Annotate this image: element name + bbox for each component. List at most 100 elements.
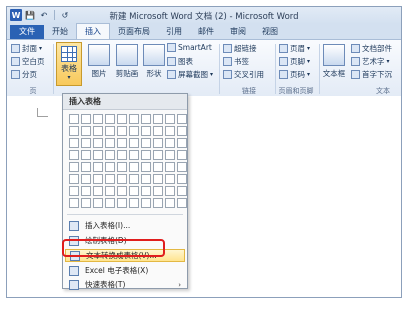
grid-cell[interactable]	[141, 138, 151, 148]
picture-button[interactable]: 图片	[87, 44, 111, 79]
cross-reference-button[interactable]: 交叉引用	[223, 69, 264, 80]
grid-cell[interactable]	[177, 198, 187, 208]
grid-cell[interactable]	[93, 186, 103, 196]
grid-cell[interactable]	[165, 150, 175, 160]
grid-cell[interactable]	[153, 198, 163, 208]
grid-cell[interactable]	[69, 138, 79, 148]
screenshot-button[interactable]: 屏幕截图 ▾	[167, 69, 213, 80]
grid-cell[interactable]	[153, 138, 163, 148]
smartart-button[interactable]: SmartArt	[167, 43, 212, 52]
grid-cell[interactable]	[165, 114, 175, 124]
menu-insert-table[interactable]: 插入表格(I)...	[65, 219, 185, 232]
grid-cell[interactable]	[69, 174, 79, 184]
grid-cell[interactable]	[177, 138, 187, 148]
grid-cell[interactable]	[177, 162, 187, 172]
grid-cell[interactable]	[117, 114, 127, 124]
grid-cell[interactable]	[105, 114, 115, 124]
grid-cell[interactable]	[165, 162, 175, 172]
tab-file[interactable]: 文件	[10, 25, 44, 39]
grid-cell[interactable]	[177, 174, 187, 184]
grid-cell[interactable]	[117, 198, 127, 208]
grid-cell[interactable]	[129, 186, 139, 196]
grid-cell[interactable]	[165, 174, 175, 184]
grid-cell[interactable]	[177, 114, 187, 124]
grid-cell[interactable]	[177, 150, 187, 160]
grid-cell[interactable]	[69, 150, 79, 160]
grid-cell[interactable]	[105, 138, 115, 148]
shapes-button[interactable]: 形状	[143, 44, 165, 79]
grid-cell[interactable]	[117, 126, 127, 136]
grid-cell[interactable]	[93, 198, 103, 208]
page-number-button[interactable]: 页码 ▾	[279, 69, 310, 80]
grid-cell[interactable]	[105, 198, 115, 208]
tab-view[interactable]: 视图	[254, 25, 286, 39]
grid-cell[interactable]	[129, 198, 139, 208]
grid-cell[interactable]	[105, 126, 115, 136]
grid-cell[interactable]	[93, 174, 103, 184]
grid-cell[interactable]	[81, 150, 91, 160]
grid-cell[interactable]	[165, 198, 175, 208]
clipart-button[interactable]: 剪贴画	[113, 44, 141, 79]
tab-references[interactable]: 引用	[158, 25, 190, 39]
grid-cell[interactable]	[81, 174, 91, 184]
grid-cell[interactable]	[105, 186, 115, 196]
grid-cell[interactable]	[141, 186, 151, 196]
table-button[interactable]: 表格 ▾	[56, 42, 82, 86]
grid-cell[interactable]	[93, 114, 103, 124]
grid-cell[interactable]	[105, 174, 115, 184]
grid-cell[interactable]	[117, 174, 127, 184]
grid-cell[interactable]	[129, 150, 139, 160]
grid-cell[interactable]	[153, 126, 163, 136]
grid-cell[interactable]	[105, 150, 115, 160]
grid-cell[interactable]	[129, 126, 139, 136]
grid-cell[interactable]	[141, 114, 151, 124]
menu-quick-tables[interactable]: 快速表格(T) ›	[65, 278, 185, 291]
grid-cell[interactable]	[117, 150, 127, 160]
grid-cell[interactable]	[69, 114, 79, 124]
grid-cell[interactable]	[93, 162, 103, 172]
grid-cell[interactable]	[153, 174, 163, 184]
grid-cell[interactable]	[165, 138, 175, 148]
menu-excel-spreadsheet[interactable]: Excel 电子表格(X)	[65, 264, 185, 277]
grid-cell[interactable]	[153, 162, 163, 172]
page-break-button[interactable]: 分页	[11, 69, 37, 80]
grid-cell[interactable]	[93, 126, 103, 136]
grid-cell[interactable]	[129, 114, 139, 124]
header-button[interactable]: 页眉 ▾	[279, 43, 310, 54]
grid-cell[interactable]	[117, 162, 127, 172]
textbox-button[interactable]: 文本框	[321, 44, 347, 79]
grid-cell[interactable]	[81, 198, 91, 208]
grid-cell[interactable]	[105, 162, 115, 172]
grid-cell[interactable]	[165, 186, 175, 196]
grid-cell[interactable]	[69, 162, 79, 172]
grid-cell[interactable]	[117, 186, 127, 196]
grid-cell[interactable]	[165, 126, 175, 136]
grid-cell[interactable]	[117, 138, 127, 148]
hyperlink-button[interactable]: 超链接	[223, 43, 257, 54]
grid-cell[interactable]	[69, 126, 79, 136]
tab-insert[interactable]: 插入	[76, 23, 110, 39]
tab-home[interactable]: 开始	[44, 25, 76, 39]
bookmark-button[interactable]: 书签	[223, 56, 249, 67]
grid-cell[interactable]	[153, 186, 163, 196]
blank-page-button[interactable]: 空白页	[11, 56, 45, 67]
cover-page-button[interactable]: 封面 ▾	[11, 43, 42, 54]
grid-cell[interactable]	[69, 186, 79, 196]
grid-cell[interactable]	[141, 198, 151, 208]
grid-cell[interactable]	[93, 150, 103, 160]
grid-cell[interactable]	[93, 138, 103, 148]
chart-button[interactable]: 图表	[167, 56, 193, 67]
tab-page-layout[interactable]: 页面布局	[110, 25, 158, 39]
grid-cell[interactable]	[81, 138, 91, 148]
grid-cell[interactable]	[81, 114, 91, 124]
grid-cell[interactable]	[81, 126, 91, 136]
quick-parts-button[interactable]: 文档部件	[351, 43, 392, 54]
table-size-grid[interactable]	[69, 114, 187, 208]
grid-cell[interactable]	[129, 162, 139, 172]
grid-cell[interactable]	[81, 186, 91, 196]
grid-cell[interactable]	[141, 162, 151, 172]
footer-button[interactable]: 页脚 ▾	[279, 56, 310, 67]
wordart-button[interactable]: 艺术字 ▾	[351, 56, 390, 67]
grid-cell[interactable]	[141, 150, 151, 160]
tab-review[interactable]: 审阅	[222, 25, 254, 39]
